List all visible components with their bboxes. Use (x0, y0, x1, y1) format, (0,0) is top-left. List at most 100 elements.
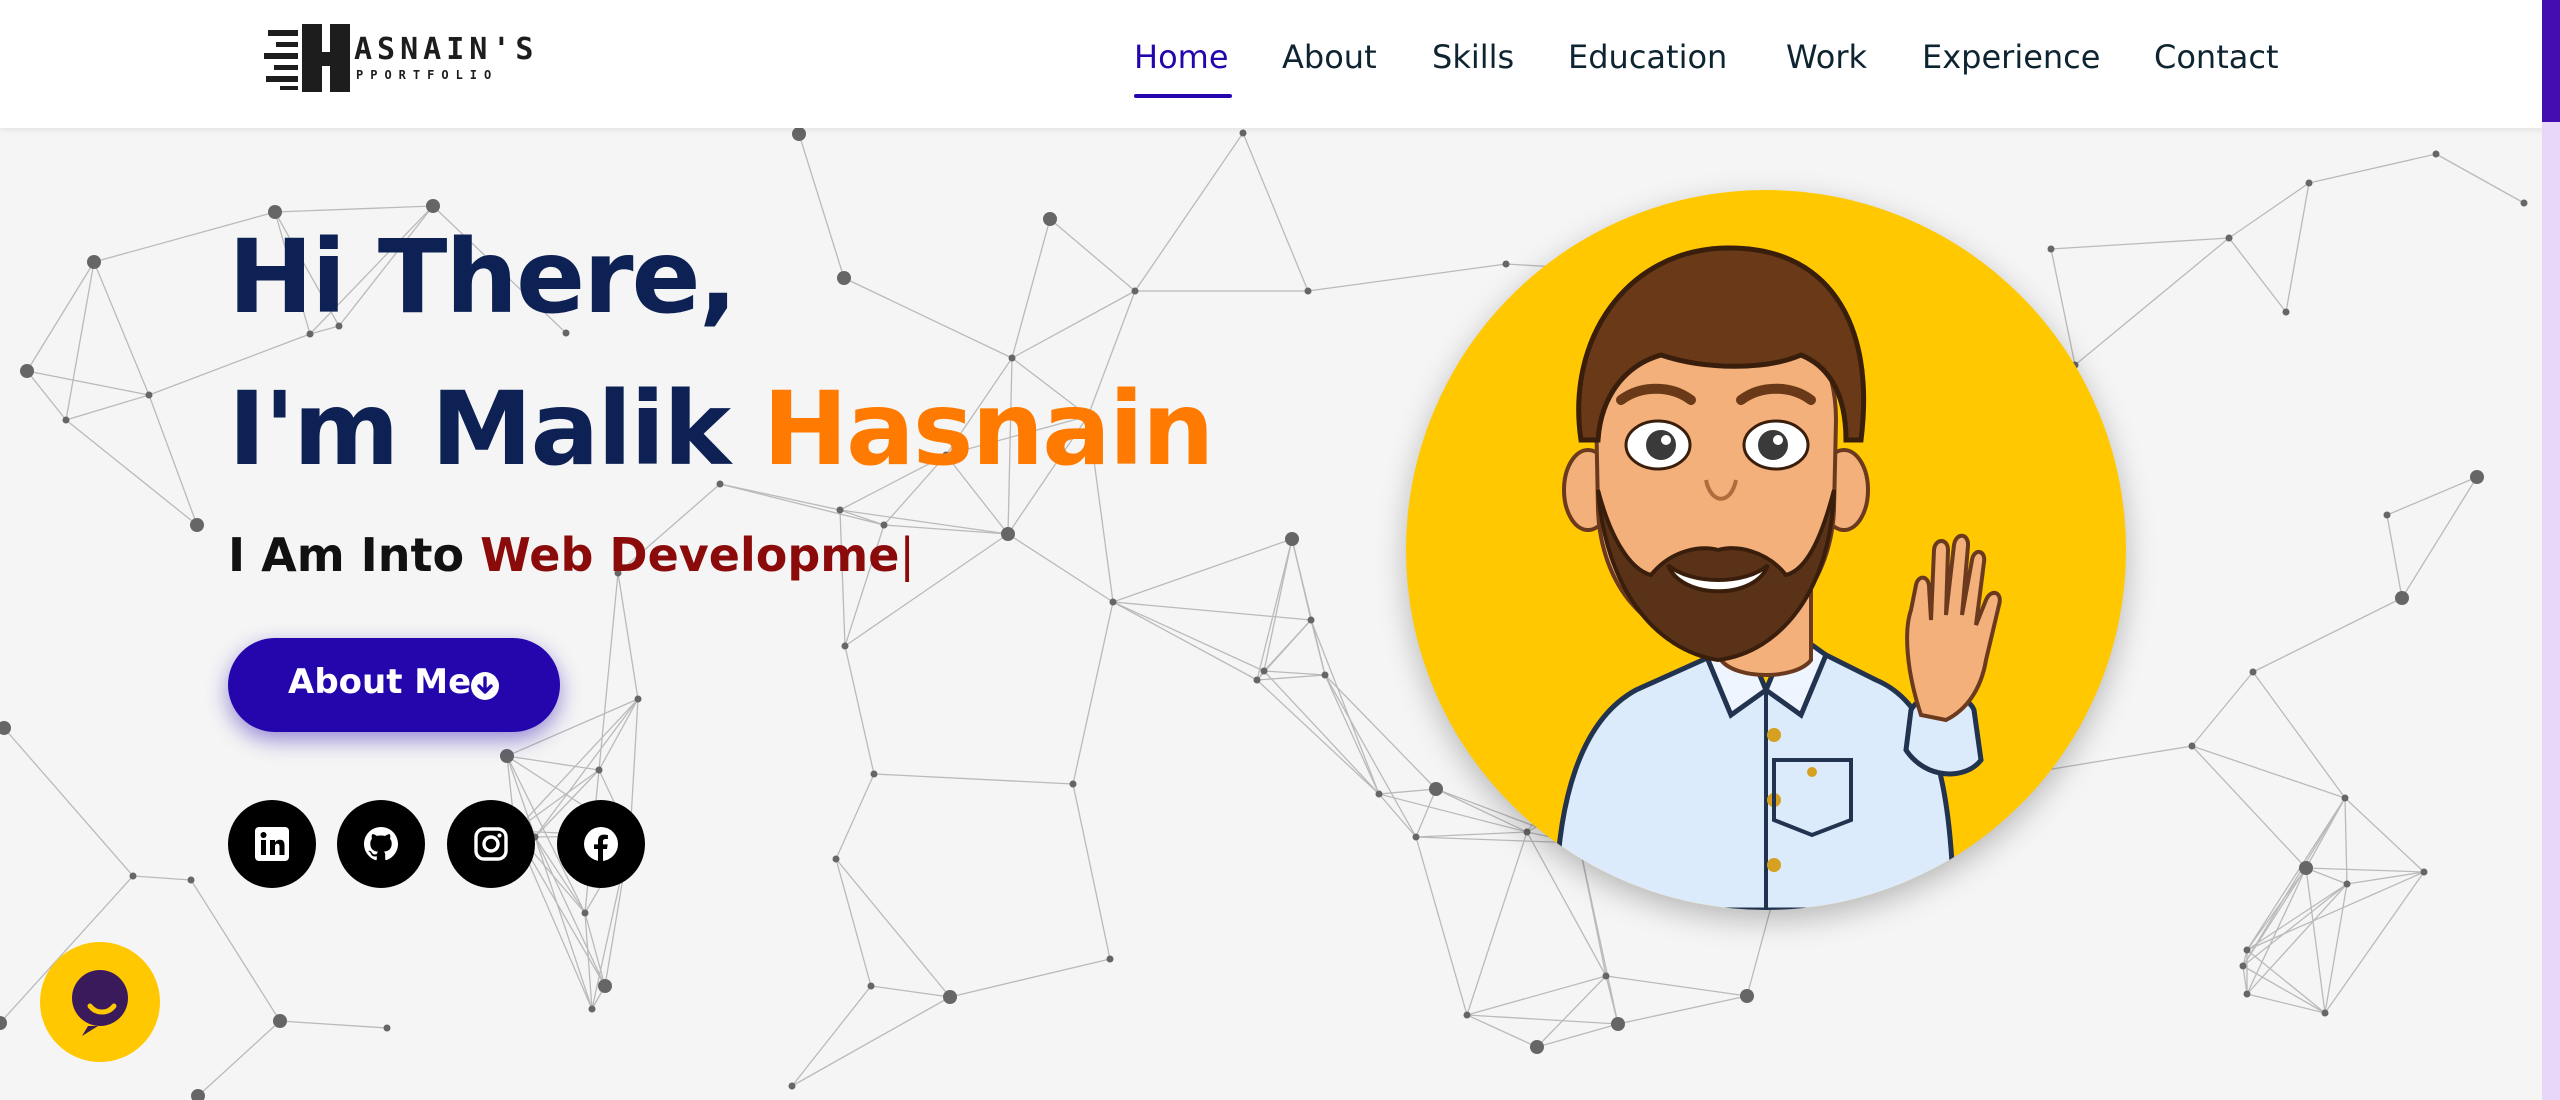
network-line (132, 875, 192, 881)
network-line (1466, 1014, 1619, 1025)
network-line (1466, 975, 1607, 1016)
nav-link-home[interactable]: Home (1134, 38, 1229, 76)
arrow-circle-down-icon (471, 672, 499, 700)
network-node (1602, 972, 1610, 980)
hero-name: Hasnain (762, 370, 1215, 489)
network-node (2243, 990, 2251, 998)
network-node (2420, 868, 2428, 876)
network-line (2386, 476, 2478, 516)
network-line (1112, 538, 1293, 603)
chat-widget-button[interactable] (40, 942, 160, 1062)
network-node (1304, 287, 1312, 295)
facebook-button[interactable] (557, 800, 645, 888)
network-line (1256, 674, 1326, 681)
network-node (87, 255, 101, 269)
network-line (870, 985, 951, 998)
network-node (1530, 1040, 1544, 1054)
network-line (2242, 965, 2326, 1014)
network-node (426, 199, 440, 213)
nav-link-education[interactable]: Education (1568, 38, 1727, 76)
github-button[interactable] (337, 800, 425, 888)
site-logo[interactable]: ASNAIN'S PPORTFOLIO (262, 20, 534, 96)
network-node (1375, 790, 1383, 798)
network-node (788, 1082, 796, 1090)
network-node (1307, 616, 1315, 624)
network-node (0, 721, 11, 735)
instagram-button[interactable] (447, 800, 535, 888)
nav-link-work[interactable]: Work (1786, 38, 1867, 76)
network-node (273, 1014, 287, 1028)
network-node (2299, 861, 2313, 875)
network-line (3, 727, 134, 877)
avatar-illustration (1553, 245, 2002, 910)
network-line (506, 755, 600, 771)
nav-link-about[interactable]: About (1282, 38, 1377, 76)
about-me-button[interactable]: About Me (228, 638, 560, 732)
network-node (2343, 880, 2351, 888)
hero-greeting: Hi There, (228, 218, 737, 337)
network-line (835, 858, 951, 998)
network-node (832, 855, 840, 863)
network-line (1324, 674, 1380, 795)
network-node (0, 1016, 7, 1030)
hero-intro-text: I'm Malik (228, 370, 763, 489)
network-line (1605, 975, 1619, 1025)
network-line (844, 645, 875, 775)
network-node (2243, 946, 2251, 954)
network-node (598, 979, 612, 993)
network-line (949, 958, 1111, 998)
typed-prefix: I Am Into (228, 528, 481, 582)
network-node (1285, 532, 1299, 546)
network-node (20, 364, 34, 378)
network-line (2324, 883, 2348, 1014)
network-line (197, 1020, 281, 1097)
scrollbar-track[interactable] (2542, 122, 2560, 1100)
network-line (93, 261, 150, 396)
network-node (1008, 354, 1016, 362)
network-line (190, 879, 281, 1022)
network-line (835, 858, 872, 987)
about-me-button-label: About Me (288, 662, 472, 702)
network-line (2228, 237, 2287, 313)
network-line (1617, 995, 1748, 1025)
network-line (1011, 218, 1051, 359)
network-line (2228, 182, 2310, 239)
network-line (1263, 670, 1380, 795)
network-line (2252, 597, 2403, 673)
network-node (1131, 287, 1139, 295)
network-node (836, 506, 844, 514)
network-node (500, 749, 514, 763)
network-node (867, 982, 875, 990)
network-line (2191, 745, 2307, 869)
network-line (1007, 533, 1114, 603)
chat-icon (72, 970, 128, 1036)
network-node (588, 1005, 596, 1013)
network-node (943, 990, 957, 1004)
scrollbar-thumb[interactable] (2542, 0, 2560, 122)
nav-link-skills[interactable]: Skills (1432, 38, 1514, 76)
network-node (2432, 150, 2440, 158)
logo-title: ASNAIN'S (354, 32, 539, 67)
network-line (1011, 290, 1136, 359)
github-icon (364, 827, 398, 861)
network-node (1611, 1017, 1625, 1031)
network-line (1263, 538, 1293, 672)
network-line (2308, 153, 2437, 184)
linkedin-button[interactable] (228, 800, 316, 888)
network-node (268, 205, 282, 219)
hero-intro: I'm Malik Hasnain (228, 370, 1215, 489)
network-node (145, 391, 153, 399)
network-node (2305, 179, 2313, 187)
network-node (1001, 527, 1015, 541)
nav-link-experience[interactable]: Experience (1922, 38, 2100, 76)
network-line (617, 572, 639, 700)
network-line (2305, 867, 2425, 873)
network-line (1112, 601, 1312, 621)
network-node (1253, 676, 1261, 684)
network-node (2239, 962, 2247, 970)
nav-link-contact[interactable]: Contact (2154, 38, 2279, 76)
network-node (190, 518, 204, 532)
network-line (2435, 153, 2525, 204)
network-line (2242, 883, 2348, 967)
network-node (2188, 742, 2196, 750)
